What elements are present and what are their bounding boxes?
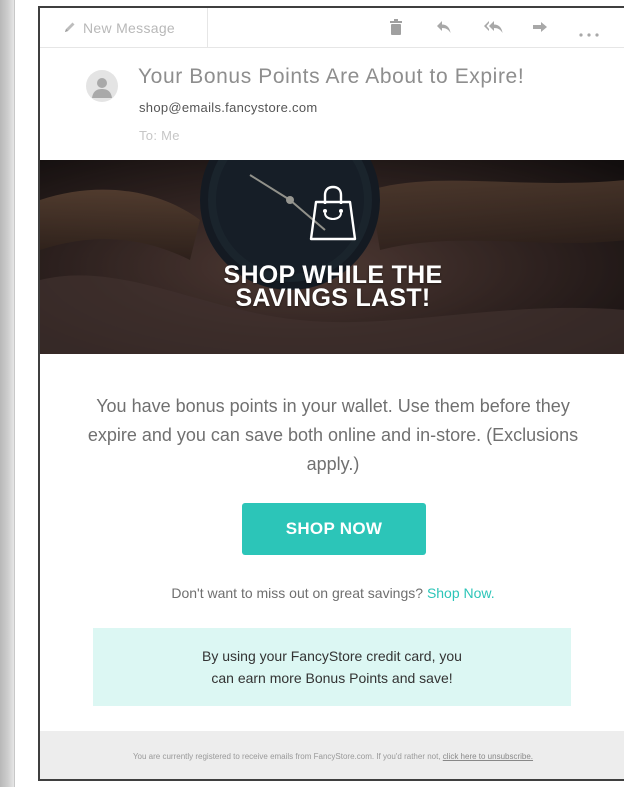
email-window: New Message Your Bonus Points Are About …: [38, 6, 624, 781]
hero-banner: SHOP WHILE THE SAVINGS LAST!: [40, 160, 624, 354]
reply-icon[interactable]: [436, 19, 452, 37]
reply-all-icon[interactable]: [484, 19, 504, 37]
recipient-line: To: Me: [139, 128, 180, 143]
body-message: You have bonus points in your wallet. Us…: [87, 396, 579, 474]
hero-headline: SHOP WHILE THE SAVINGS LAST!: [40, 263, 624, 312]
avatar: [86, 70, 118, 102]
user-icon: [92, 78, 112, 98]
trash-icon[interactable]: [390, 19, 402, 37]
pencil-icon: [64, 20, 76, 36]
forward-icon[interactable]: [532, 19, 548, 37]
new-message-button[interactable]: New Message: [40, 8, 208, 47]
email-footer: You are currently registered to receive …: [40, 731, 624, 779]
left-sidebar-edge: [0, 0, 15, 787]
promo-box: By using your FancyStore credit card, yo…: [93, 628, 571, 706]
new-message-label: New Message: [83, 19, 176, 36]
more-icon[interactable]: [578, 25, 600, 43]
email-subject: Your Bonus Points Are About to Expire!: [138, 65, 525, 88]
email-toolbar: New Message: [40, 8, 624, 48]
missout-line: Don't want to miss out on great savings?…: [40, 585, 624, 601]
sender-address[interactable]: shop@emails.fancystore.com: [139, 100, 318, 115]
email-header: Your Bonus Points Are About to Expire! s…: [40, 48, 624, 160]
missout-text: Don't want to miss out on great savings?: [171, 585, 427, 601]
shopping-bag-icon: [307, 184, 359, 247]
hero-headline-line2: SAVINGS LAST!: [235, 284, 431, 312]
promo-line1: By using your FancyStore credit card, yo…: [202, 648, 462, 664]
unsubscribe-link[interactable]: click here to unsubscribe.: [443, 752, 533, 761]
promo-line2: can earn more Bonus Points and save!: [211, 670, 453, 686]
shop-now-button[interactable]: SHOP NOW: [242, 503, 426, 555]
shop-now-link[interactable]: Shop Now.: [427, 585, 495, 601]
footer-text: You are currently registered to receive …: [132, 752, 443, 761]
